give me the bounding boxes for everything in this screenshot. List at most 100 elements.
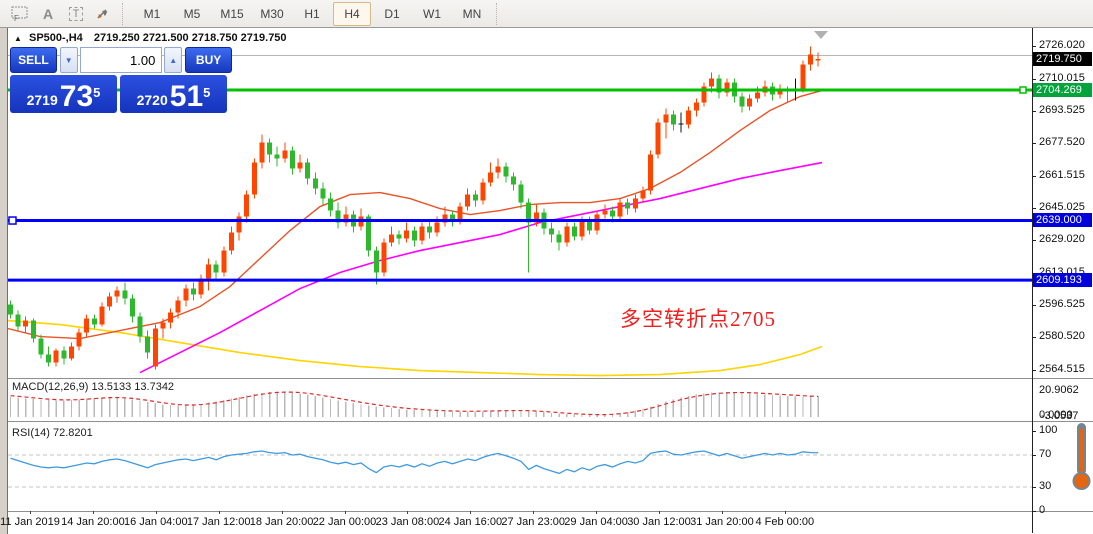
candle-body — [298, 163, 303, 169]
candle-body — [488, 173, 493, 183]
price-tick-mark — [1032, 46, 1036, 47]
candle-body — [549, 229, 554, 235]
candle-body — [290, 151, 295, 169]
candle-body — [282, 151, 287, 159]
candle-body — [54, 351, 59, 363]
sell-price-display[interactable]: 2719735 — [10, 75, 117, 113]
rsi-tick-label: 70 — [1039, 448, 1051, 460]
one-click-trade-panel: SELL ▼ 1.00 ▲ BUY 2719735 2720515 — [10, 47, 232, 113]
tf-button-H1[interactable]: H1 — [293, 2, 331, 26]
chart-annotation-text[interactable]: 多空转折点2705 — [620, 303, 776, 333]
price-tick-label: 2596.525 — [1039, 298, 1085, 310]
time-tick-label: 14 Jan 20:00 — [61, 516, 125, 528]
candle-body — [808, 55, 813, 65]
time-tick-label: 27 Jan 23:00 — [501, 516, 565, 528]
time-tick-mark — [156, 511, 157, 514]
text-box-glyph: T — [69, 7, 84, 21]
tf-button-D1[interactable]: D1 — [373, 2, 411, 26]
time-tick-mark — [30, 511, 31, 514]
price-tick-mark — [1032, 143, 1036, 144]
tf-button-M30[interactable]: M30 — [253, 2, 291, 26]
time-tick-mark — [596, 511, 597, 514]
candle-body — [618, 203, 623, 217]
pane-divider-highlight — [8, 422, 1093, 423]
sell-button[interactable]: SELL — [10, 47, 57, 73]
rsi-tick-label: 100 — [1039, 424, 1057, 436]
candle-body — [557, 235, 562, 243]
candle-body — [107, 297, 112, 307]
candle-body — [572, 227, 577, 237]
volume-increase-button[interactable]: ▲ — [164, 47, 182, 73]
price-tag: 2704.269 — [1033, 83, 1092, 97]
candle-body — [686, 111, 691, 125]
candle-body — [183, 289, 188, 301]
candle-body — [435, 223, 440, 233]
tf-button-M1[interactable]: M1 — [133, 2, 171, 26]
candle-body — [38, 339, 43, 355]
rsi-indicator-pane[interactable] — [8, 424, 1032, 511]
objects-arrows-icon[interactable]: ▼ — [91, 2, 117, 26]
candle-body — [740, 97, 745, 107]
symbol-label: SP500-,H4 — [29, 32, 83, 44]
candle-body — [92, 319, 97, 325]
price-tick-mark — [1032, 111, 1036, 112]
tf-button-M5[interactable]: M5 — [173, 2, 211, 26]
candle-body — [115, 291, 120, 297]
sell-price-sup: 5 — [93, 76, 100, 110]
toolbar: F A T ▼ M1M5M15M30H1H4D1W1MN — [0, 0, 1093, 28]
time-tick-label: 16 Jan 04:00 — [124, 516, 188, 528]
time-tick-label: 18 Jan 20:00 — [250, 516, 314, 528]
candle-body — [99, 307, 104, 325]
candle-body — [320, 189, 325, 199]
sell-price-base: 2719 — [27, 90, 58, 110]
volume-input[interactable]: 1.00 — [80, 47, 163, 73]
time-tick-mark — [93, 511, 94, 514]
candle-body — [229, 233, 234, 251]
buy-price-display[interactable]: 2720515 — [120, 75, 227, 113]
rsi-tick-label: 30 — [1039, 480, 1051, 492]
volume-decrease-button[interactable]: ▼ — [60, 47, 78, 73]
time-tick-label: 24 Jan 16:00 — [438, 516, 502, 528]
tf-button-H4[interactable]: H4 — [333, 2, 371, 26]
candle-body — [427, 227, 432, 233]
price-tick-mark — [1032, 240, 1036, 241]
text-label-icon[interactable]: A — [35, 2, 61, 26]
text-box-icon[interactable]: T — [63, 2, 89, 26]
candle-body — [160, 323, 165, 329]
candle-body — [610, 211, 615, 217]
period-separators-icon[interactable]: F — [7, 2, 33, 26]
candle-body — [374, 251, 379, 273]
candle-body — [679, 124, 684, 125]
candle-body — [153, 329, 158, 367]
candle-body — [389, 235, 394, 243]
price-tick-label: 2661.515 — [1039, 169, 1085, 181]
candle-body — [503, 167, 508, 177]
candle-body — [122, 291, 127, 299]
price-tick-mark — [1032, 370, 1036, 371]
candle-body — [648, 155, 653, 191]
rsi-tick-mark — [1032, 431, 1036, 432]
candle-body — [511, 177, 516, 185]
time-tick-label: 23 Jan 08:00 — [376, 516, 440, 528]
candle-body — [206, 265, 211, 279]
tf-button-MN[interactable]: MN — [453, 2, 491, 26]
tf-button-W1[interactable]: W1 — [413, 2, 451, 26]
price-tick-label: 2693.525 — [1039, 104, 1085, 116]
candle-body — [23, 321, 28, 327]
time-tick-label: 22 Jan 00:00 — [313, 516, 377, 528]
price-tag: 2639.000 — [1033, 213, 1092, 227]
price-tick-mark — [1032, 176, 1036, 177]
buy-button[interactable]: BUY — [185, 47, 232, 73]
rsi-tick-label: 0 — [1039, 504, 1045, 516]
price-tick-mark — [1032, 337, 1036, 338]
price-tag: 2719.750 — [1033, 52, 1092, 66]
price-tick-label: 2580.520 — [1039, 330, 1085, 342]
toolbar-separator — [496, 3, 502, 25]
grid-f-glyph: F — [11, 6, 29, 22]
panel-collapse-icon[interactable]: ▲ — [14, 34, 22, 43]
tf-button-M15[interactable]: M15 — [213, 2, 251, 26]
price-tick-mark — [1032, 79, 1036, 80]
chart-shift-marker-icon[interactable] — [814, 31, 828, 39]
candle-body — [709, 79, 714, 87]
candle-body — [465, 195, 470, 207]
